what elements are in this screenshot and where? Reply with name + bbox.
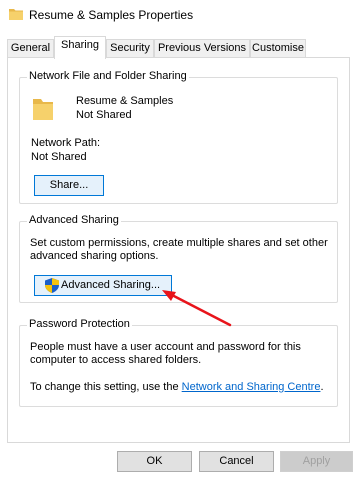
uac-shield-icon <box>45 278 59 293</box>
folder-name: Resume & Samples <box>76 95 174 107</box>
change-setting-suffix: . <box>320 381 324 393</box>
advanced-sharing-button-label: Advanced Sharing... <box>61 279 161 291</box>
advanced-sharing-description: Set custom permissions, create multiple … <box>30 237 328 263</box>
password-protection-group: Password Protection People must have a u… <box>19 318 338 407</box>
dialog-footer: OK Cancel Apply <box>0 443 358 479</box>
advanced-sharing-button[interactable]: Advanced Sharing... <box>34 275 172 296</box>
share-status: Not Shared <box>76 109 132 121</box>
folder-icon <box>9 9 23 20</box>
password-protection-line: People must have a user account and pass… <box>30 341 301 353</box>
window-title: Resume & Samples Properties <box>29 8 194 22</box>
password-protection-line: computer to access shared folders. <box>30 354 202 366</box>
sharing-panel: Network File and Folder Sharing Resume &… <box>7 57 350 443</box>
network-path-label: Network Path: <box>31 137 101 149</box>
network-sharing-title: Network File and Folder Sharing <box>27 70 189 82</box>
network-sharing-group: Network File and Folder Sharing Resume &… <box>19 70 338 204</box>
change-setting-text: To change this setting, use the Network … <box>30 381 324 393</box>
tab-sharing[interactable]: Sharing <box>54 36 106 59</box>
apply-button[interactable]: Apply <box>280 451 353 472</box>
ok-button[interactable]: OK <box>117 451 192 472</box>
advanced-sharing-line: Set custom permissions, create multiple … <box>30 237 328 249</box>
advanced-sharing-title: Advanced Sharing <box>27 214 121 226</box>
share-button[interactable]: Share... <box>34 175 104 196</box>
network-sharing-centre-link[interactable]: Network and Sharing Centre <box>182 381 321 393</box>
tab-customise[interactable]: Customise <box>250 39 306 58</box>
tab-previous-versions[interactable]: Previous Versions <box>154 39 250 58</box>
title-bar: Resume & Samples Properties <box>0 0 358 30</box>
password-protection-description: People must have a user account and pass… <box>30 341 301 367</box>
tab-security[interactable]: Security <box>106 39 154 58</box>
change-setting-prefix: To change this setting, use the <box>30 381 182 393</box>
folder-icon <box>33 99 53 120</box>
cancel-button[interactable]: Cancel <box>199 451 274 472</box>
advanced-sharing-group: Advanced Sharing Set custom permissions,… <box>19 214 338 303</box>
password-protection-title: Password Protection <box>27 318 132 330</box>
tab-general[interactable]: General <box>7 39 54 58</box>
network-path-value: Not Shared <box>31 151 87 163</box>
advanced-sharing-line: advanced sharing options. <box>30 250 159 262</box>
